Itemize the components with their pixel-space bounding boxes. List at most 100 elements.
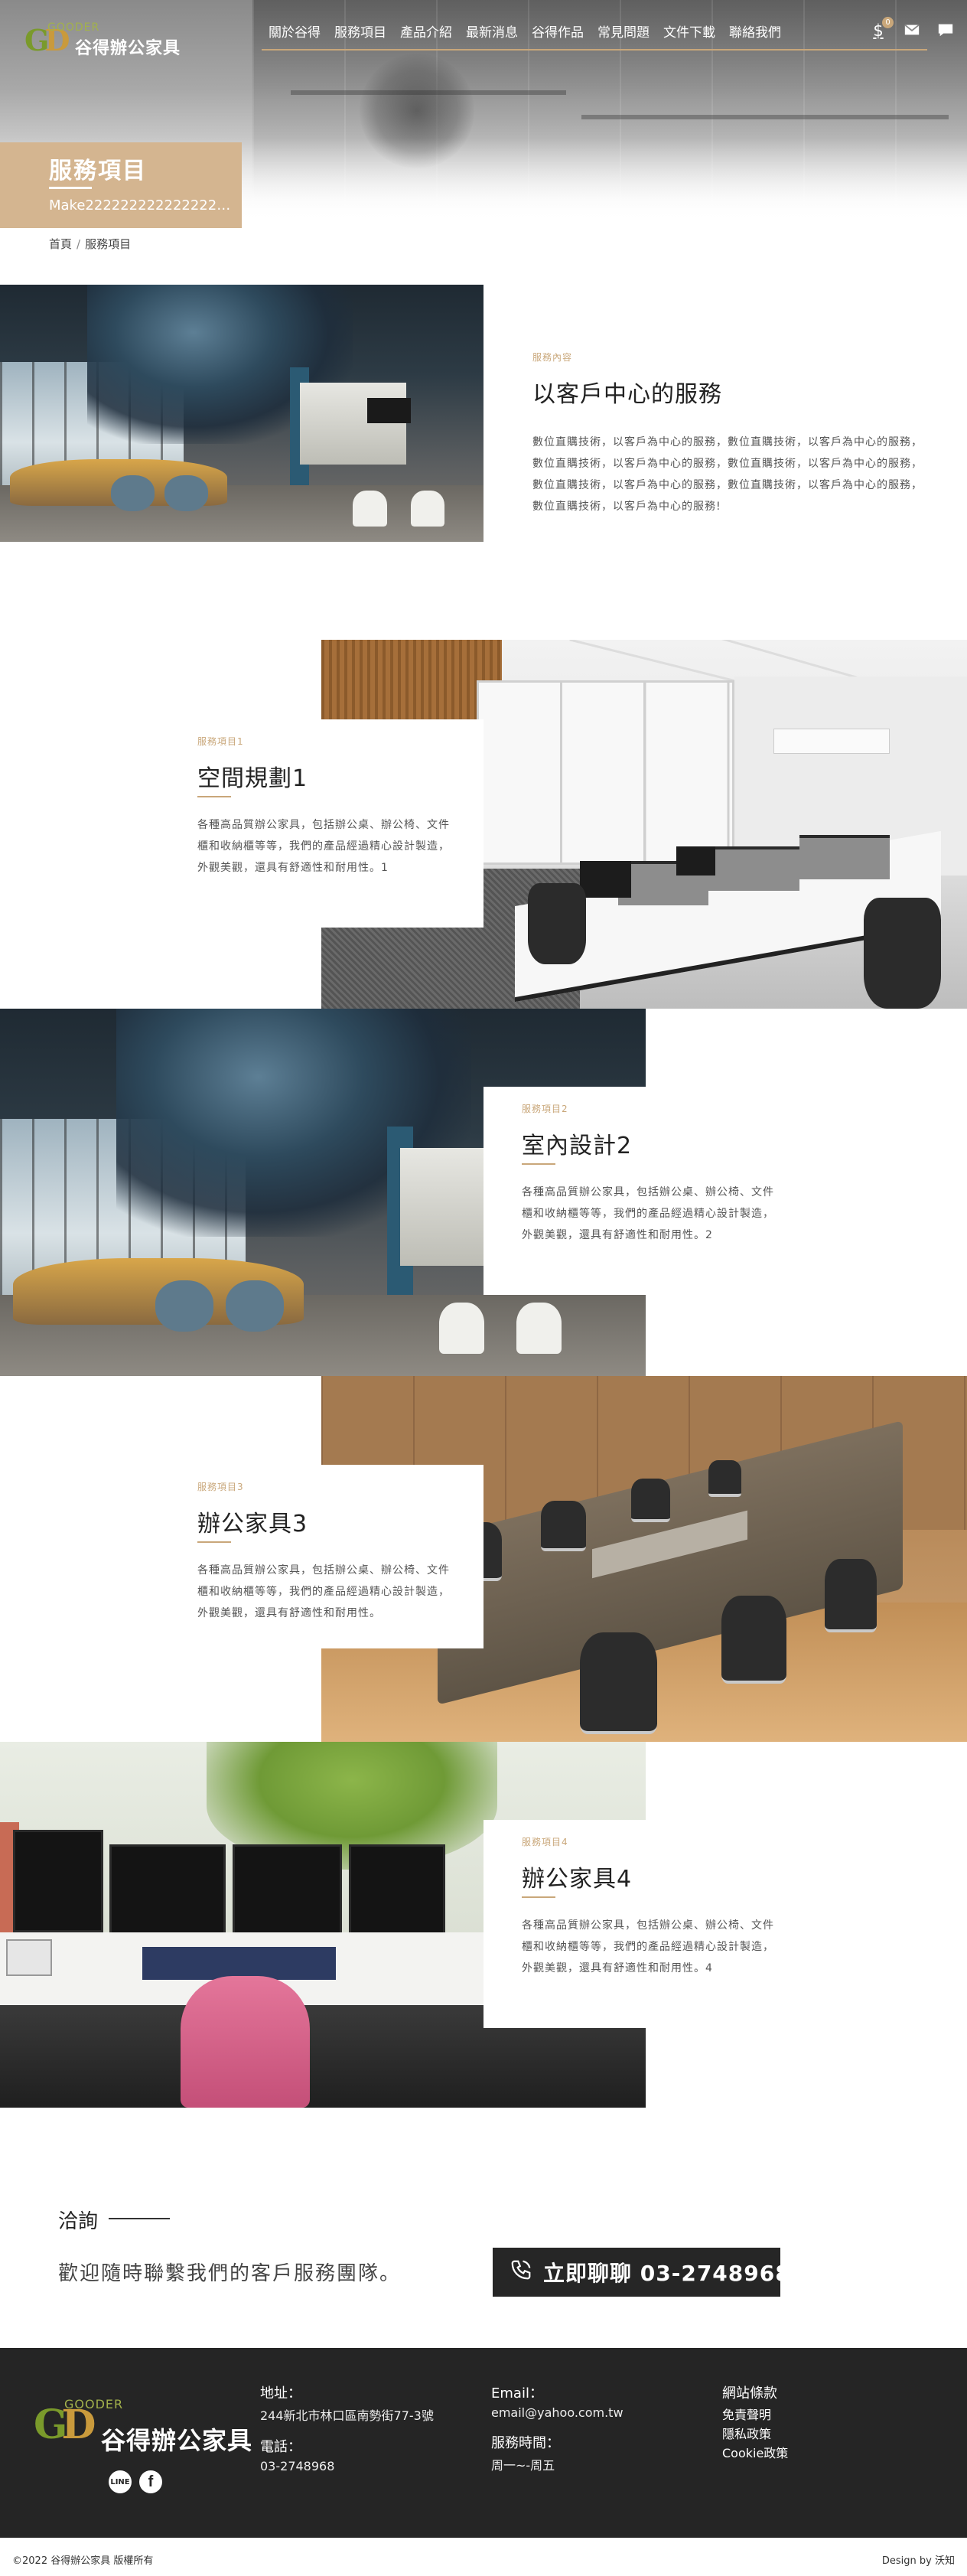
contact-heading-line [109,2218,170,2219]
image-stool [226,1280,285,1332]
image-pink-chair [181,1975,311,2108]
nav-item-about[interactable]: 關於谷得 [262,21,327,52]
hours-value: 周一~-周五 [491,2458,555,2473]
title-underline [49,187,92,189]
image-monitor [579,861,632,898]
image-chair [825,1559,877,1632]
contact-text: 歡迎隨時聯繫我們的客戶服務團隊。 [58,2262,402,2285]
breadcrumb-home[interactable]: 首頁 [49,237,72,251]
nav-item-news[interactable]: 最新消息 [459,21,525,52]
footer-address-block: 地址： 244新北市林口區南勢街77-3號 電話： 03-2748968 [260,2382,434,2473]
mail-icon[interactable] [903,21,921,40]
image-stool [164,474,208,511]
image-chair [721,1595,786,1684]
image-chair [708,1459,741,1497]
chat-icon[interactable] [936,21,955,40]
nav-item-services[interactable]: 服務項目 [327,21,393,52]
nav-item-contact[interactable]: 聯絡我們 [722,21,788,52]
image-phone [6,1939,52,1976]
design-credit: Design by 沃知 [881,2555,955,2567]
service-4-card: 服務項目4 辦公家具4 各種高品質辦公家具，包括辦公桌、辦公椅、文件櫃和收納櫃等… [484,1820,817,2028]
hours-label: 服務時間： [491,2435,560,2451]
image-chair [528,883,587,965]
intro-image [0,285,484,542]
nav-item-works[interactable]: 谷得作品 [525,21,591,52]
service-3-underline [197,1541,231,1543]
page-title: 服務項目 [49,158,147,184]
footer-terms-block: 網站條款 免責聲明 隱私政策 Cookie政策 [722,2382,788,2463]
address-value: 244新北市林口區南勢街77-3號 [260,2408,434,2423]
service-3-title: 辦公家具3 [197,1511,308,1537]
nav-item-faq[interactable]: 常見問題 [591,21,656,52]
terms-link-disclaimer[interactable]: 免責聲明 [722,2405,788,2424]
breadcrumb-current: 服務項目 [85,237,132,251]
email-label: Email： [491,2385,543,2402]
page: GD GOODER 谷得辦公家具 關於谷得 服務項目 產品介紹 最新消息 谷得作… [0,0,967,2576]
contact-heading: 洽詢 [58,2210,99,2233]
logo-zh: 谷得辦公家具 [75,39,181,58]
footer-logo-zh: 谷得辦公家具 [101,2426,253,2455]
main-nav: 關於谷得 服務項目 產品介紹 最新消息 谷得作品 常見問題 文件下載 聯絡我們 [262,21,788,52]
image-chair [411,490,445,527]
site-logo[interactable]: GD GOODER 谷得辦公家具 [24,21,193,60]
image-stool [111,474,155,511]
image-chair [353,490,387,527]
service-4-body: 各種高品質辦公家具，包括辦公桌、辦公椅、文件櫃和收納櫃等等，我們的產品經過精心設… [522,1919,774,1974]
terms-link-cookie[interactable]: Cookie政策 [722,2444,788,2463]
service-3-body: 各種高品質辦公家具，包括辦公桌、辦公椅、文件櫃和收納櫃等等，我們的產品經過精心設… [197,1564,450,1619]
intro-label: 服務內容 [532,352,573,363]
footer: GD GOODER 谷得辦公家具 LINE f 地址： 244新北市林口區南勢街… [0,2348,967,2538]
nav-item-downloads[interactable]: 文件下載 [656,21,722,52]
service-4-title: 辦公家具4 [522,1866,633,1893]
service-3-label: 服務項目3 [197,1482,244,1492]
phone-label: 電話： [260,2439,301,2455]
page-subtitle: Make222222222222222222222222 [49,197,237,214]
image-stool [155,1280,213,1332]
email-value: email@yahoo.com.tw [491,2405,624,2420]
service-1-body: 各種高品質辦公家具，包括辦公桌、辦公椅、文件櫃和收納櫃等等，我們的產品經過精心設… [197,819,450,874]
image-whiteboard [476,680,735,866]
social-links: LINE f [109,2470,162,2493]
image-door [299,382,406,465]
phone-icon [510,2258,532,2287]
service-4-underline [522,1896,555,1898]
service-2-underline [522,1163,555,1165]
image-desk-mat [142,1946,336,1980]
terms-link-privacy[interactable]: 隱私政策 [722,2424,788,2444]
service-1-title: 空間規劃1 [197,765,308,792]
breadcrumb-separator: / [77,237,81,251]
service-1-underline [197,796,231,797]
service-1-card: 服務項目1 空間規劃1 各種高品質辦公家具，包括辦公桌、辦公椅、文件櫃和收納櫃等… [150,719,484,928]
phone-value: 03-2748968 [260,2459,335,2473]
image-air-conditioner [773,728,890,755]
image-chair [579,1632,657,1735]
intro-body: 數位直購技術，以客戶為中心的服務，數位直購技術，以客戶為中心的服務，數位直購技術… [532,436,923,513]
image-tv [367,397,412,424]
facebook-icon[interactable]: f [139,2470,162,2493]
intro-title: 以客戶中心的服務 [532,381,722,408]
service-2-body: 各種高品質辦公家具，包括辦公桌、辦公椅、文件櫃和收納櫃等等，我們的產品經過精心設… [522,1186,774,1241]
logo-en: GOODER [47,21,100,34]
image-chair [631,1478,670,1523]
line-icon[interactable]: LINE [109,2470,132,2493]
image-chair [863,898,942,1009]
image-chair [438,1303,484,1355]
nav-item-products[interactable]: 產品介紹 [393,21,459,52]
service-2-card: 服務項目2 室內設計2 各種高品質辦公家具，包括辦公桌、辦公椅、文件櫃和收納櫃等… [484,1087,817,1295]
address-label: 地址： [260,2385,301,2402]
header-icons: $ 0 [869,17,955,40]
cart-icon[interactable]: $ 0 [869,17,894,40]
footer-email-block: Email： email@yahoo.com.tw 服務時間： 周一~-周五 [491,2382,624,2473]
breadcrumb: 首頁 / 服務項目 [49,236,131,252]
image-chair [516,1303,562,1355]
footer-logo-en: GOODER [64,2397,124,2411]
image-chair [540,1500,587,1552]
hero-desk-row [581,115,949,119]
service-2-label: 服務項目2 [522,1104,568,1114]
call-button[interactable]: 立即聊聊 03-2748968 [493,2248,790,2297]
nav-underline [262,49,927,51]
image-divider [799,835,890,880]
cart-count-badge: 0 [882,17,894,28]
copyright: ©2022 谷得辦公家具 版權所有 [12,2555,154,2567]
service-3-card: 服務項目3 辦公家具3 各種高品質辦公家具，包括辦公桌、辦公椅、文件櫃和收納櫃等… [150,1465,484,1648]
